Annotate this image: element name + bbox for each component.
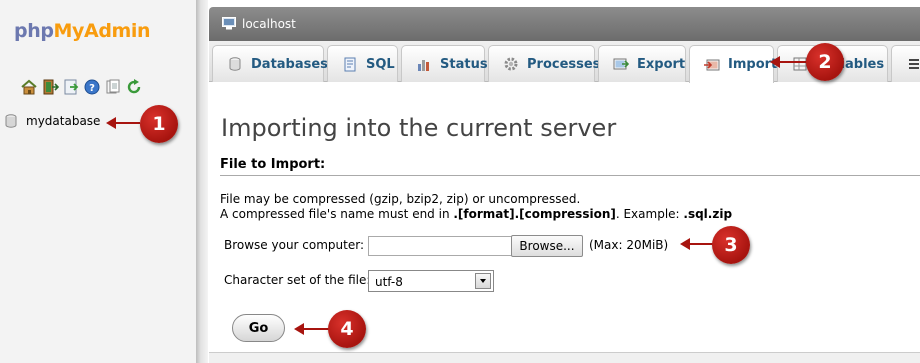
callout-line-2 <box>778 61 808 63</box>
filename-note-middle: . Example: <box>615 207 684 221</box>
max-upload-size: (Max: 20MiB) <box>589 238 669 252</box>
page-title: Importing into the current server <box>221 114 617 142</box>
docs-icon[interactable] <box>104 78 122 96</box>
tab-sql[interactable]: SQL <box>327 45 398 82</box>
import-icon <box>704 59 720 70</box>
callout-line-3 <box>688 243 714 245</box>
nav-resizer[interactable] <box>196 0 208 363</box>
reload-icon[interactable] <box>125 78 143 96</box>
tab-label: Export <box>637 56 686 72</box>
callout-marker-2: 2 <box>806 43 844 81</box>
filename-note-prefix: A compressed file's name must end in <box>220 207 454 221</box>
export-icon <box>613 58 629 70</box>
browse-button[interactable]: Browse... <box>511 235 583 257</box>
more-icon <box>909 59 919 69</box>
tab-label: Databases <box>251 56 328 72</box>
tab-databases[interactable]: Databases <box>212 45 328 82</box>
help-icon[interactable]: ? <box>83 78 101 96</box>
tab-status[interactable]: Status <box>401 45 488 82</box>
sql-icon <box>344 57 356 72</box>
tab-label: SQL <box>366 56 395 72</box>
processes-icon <box>504 57 518 71</box>
phpmyadmin-logo[interactable]: phpMyAdmin <box>14 20 151 42</box>
bottom-panel-edge <box>209 352 920 363</box>
tab-processes[interactable]: Processes <box>488 45 600 82</box>
database-icon <box>229 57 241 71</box>
nav-icon-toolbar: ? <box>20 78 143 96</box>
nav-database-item[interactable]: mydatabase <box>5 114 100 128</box>
server-icon <box>222 17 236 30</box>
callout-marker-1: 1 <box>140 105 178 143</box>
charset-select[interactable]: utf-8 <box>368 270 494 292</box>
server-breadcrumb[interactable]: localhost <box>242 17 296 31</box>
dropdown-arrow-icon[interactable] <box>475 273 491 289</box>
go-button[interactable]: Go <box>232 314 285 342</box>
callout-marker-4: 4 <box>328 310 366 348</box>
logo-text-myadmin: MyAdmin <box>53 20 151 42</box>
import-info-text: File may be compressed (gzip, bzip2, zip… <box>220 192 732 222</box>
file-to-import-heading: File to Import: <box>220 157 920 176</box>
filename-note: A compressed file's name must end in .[f… <box>220 207 732 222</box>
tab-label: Status <box>440 56 488 72</box>
status-icon <box>418 60 429 71</box>
database-name: mydatabase <box>26 114 101 128</box>
compression-note: File may be compressed (gzip, bzip2, zip… <box>220 192 581 206</box>
charset-label: Character set of the file: <box>224 273 371 287</box>
home-icon[interactable] <box>20 78 38 96</box>
logo-text-php: php <box>14 20 54 42</box>
filename-example: .sql.zip <box>683 207 733 221</box>
callout-line-1 <box>114 122 140 124</box>
callout-line-4 <box>302 328 330 330</box>
database-icon <box>5 114 17 128</box>
browse-label: Browse your computer: <box>224 238 365 252</box>
tab-import[interactable]: Import <box>689 45 777 83</box>
exit-icon[interactable] <box>41 78 59 96</box>
callout-marker-3: 3 <box>712 226 750 264</box>
tab-label: Processes <box>527 56 601 72</box>
filename-format: .[format].[compression] <box>453 207 616 221</box>
server-breadcrumb-bar: localhost <box>209 7 920 41</box>
sql-query-icon[interactable] <box>62 78 80 96</box>
file-path-field[interactable] <box>368 236 512 256</box>
navigation-panel: phpMyAdmin ? mydatabase <box>0 0 196 363</box>
tab-export[interactable]: Export <box>598 45 686 82</box>
tab-more[interactable] <box>891 45 920 82</box>
charset-value: utf-8 <box>375 275 403 289</box>
svg-text:?: ? <box>89 83 95 94</box>
